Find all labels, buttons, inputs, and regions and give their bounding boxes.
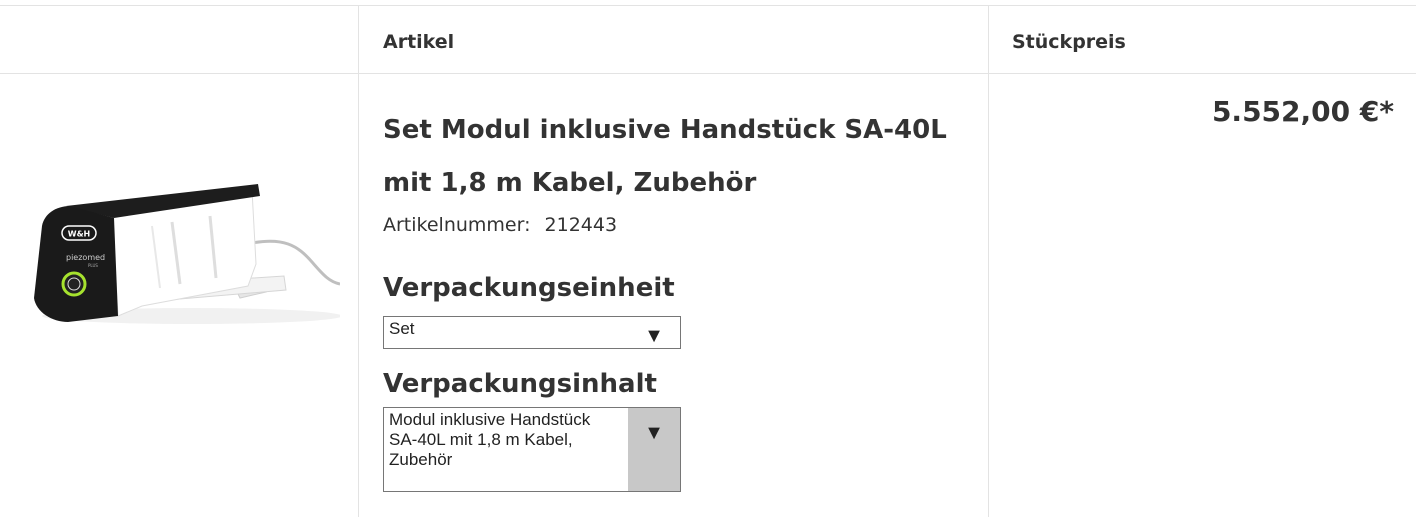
cart-table: Artikel Stückpreis W&H piezomed PLUS Set… (0, 0, 1416, 517)
packaging-content-select[interactable]: Modul inklusive Handstück SA-40L mit 1,8… (383, 407, 681, 492)
packaging-content-line-2: SA-40L mit 1,8 m Kabel, (389, 430, 573, 449)
article-number-label: Artikelnummer: (383, 214, 531, 236)
chevron-down-icon[interactable]: ▼ (628, 408, 680, 491)
column-divider-1 (358, 5, 359, 517)
packaging-content-line-1: Modul inklusive Handstück (389, 410, 591, 429)
model-text: piezomed (66, 253, 105, 262)
product-image[interactable]: W&H piezomed PLUS (22, 166, 340, 330)
packaging-unit-selected: Set (389, 319, 415, 338)
chevron-down-icon[interactable]: ▼ (628, 317, 680, 348)
packaging-unit-select[interactable]: Set ▼ (383, 316, 681, 349)
article-number-value: 212443 (544, 214, 618, 236)
packaging-content-selected: Modul inklusive Handstück SA-40L mit 1,8… (389, 410, 629, 470)
packaging-unit-heading: Verpackungseinheit (383, 273, 675, 303)
packaging-content-line-3: Zubehör (389, 450, 453, 469)
article-number: Artikelnummer: 212443 (383, 214, 617, 236)
column-divider-2 (988, 5, 989, 517)
header-divider (0, 73, 1416, 74)
product-title[interactable]: Set Modul inklusive Handstück SA-40L mit… (383, 104, 963, 210)
column-header-stueckpreis: Stückpreis (1012, 31, 1126, 53)
packaging-content-heading: Verpackungsinhalt (383, 369, 657, 399)
brand-logo-text: W&H (68, 230, 91, 239)
table-top-border (0, 5, 1416, 6)
unit-price: 5.552,00 €* (1211, 95, 1394, 128)
column-header-artikel: Artikel (383, 31, 455, 53)
model-sub-text: PLUS (88, 263, 98, 268)
